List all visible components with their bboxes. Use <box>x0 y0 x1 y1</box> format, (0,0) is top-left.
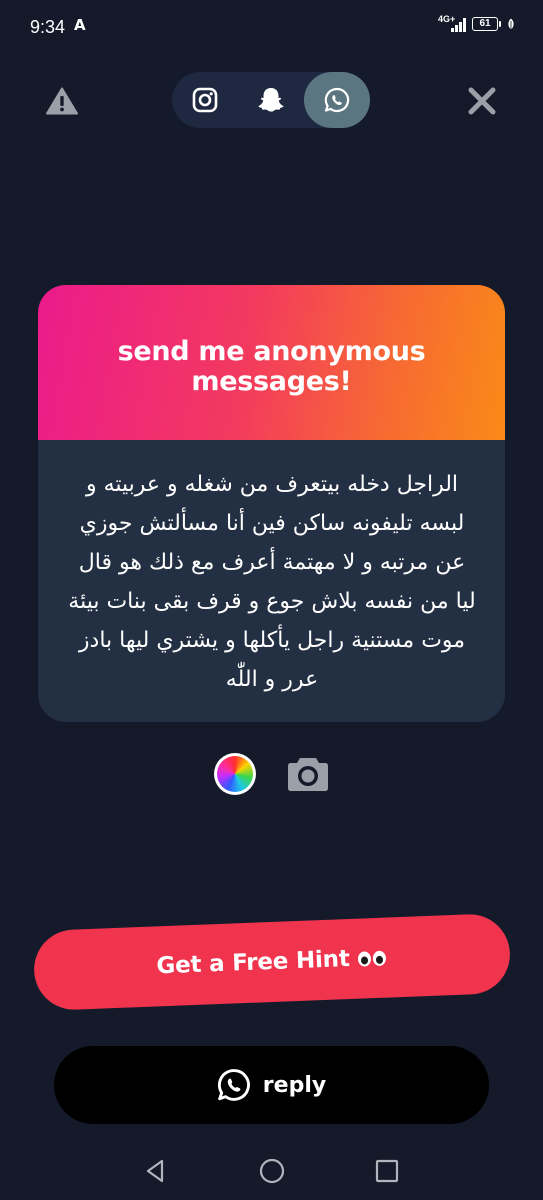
snapchat-icon <box>258 88 284 112</box>
platform-whatsapp-button[interactable] <box>304 72 370 128</box>
platform-instagram-button[interactable] <box>172 72 238 128</box>
close-button[interactable] <box>463 82 501 120</box>
camera-icon <box>288 758 328 791</box>
card-title: send me anonymous messages! <box>117 335 426 397</box>
home-icon[interactable] <box>258 1157 286 1185</box>
platform-snapchat-button[interactable] <box>238 72 304 128</box>
warning-icon <box>46 87 78 115</box>
free-hint-button[interactable]: Get a Free Hint <box>32 912 512 1012</box>
report-button[interactable] <box>44 84 80 118</box>
card-header: send me anonymous messages! <box>38 285 505 440</box>
whatsapp-icon <box>324 87 350 113</box>
message-card: send me anonymous messages! الراجل دخله … <box>38 285 505 722</box>
color-wheel-icon <box>217 756 253 792</box>
instagram-icon <box>192 87 218 113</box>
battery-icon: 61 <box>472 17 501 31</box>
platform-switcher <box>172 72 370 128</box>
leaf-icon <box>507 18 515 32</box>
back-icon[interactable] <box>142 1157 170 1185</box>
status-notification-icon: A <box>74 16 86 34</box>
free-hint-label: Get a Free Hint <box>155 946 351 980</box>
whatsapp-icon <box>217 1069 250 1101</box>
anonymous-message-text: الراجل دخله بيتعرف من شغله و عربيته و لب… <box>68 472 476 692</box>
status-time: 9:34 <box>30 17 66 37</box>
eyes-icon <box>357 950 388 967</box>
reply-label: reply <box>262 1072 327 1098</box>
color-picker-button[interactable] <box>214 753 256 795</box>
status-bar: 9:34 A 4G+ 61 <box>0 0 543 54</box>
signal-icon <box>451 18 467 32</box>
reply-button[interactable]: reply <box>54 1046 489 1124</box>
camera-button[interactable] <box>286 754 330 794</box>
system-nav-bar <box>0 1145 543 1200</box>
battery-level: 61 <box>479 18 491 29</box>
close-icon <box>468 87 496 115</box>
recents-icon[interactable] <box>373 1157 401 1185</box>
